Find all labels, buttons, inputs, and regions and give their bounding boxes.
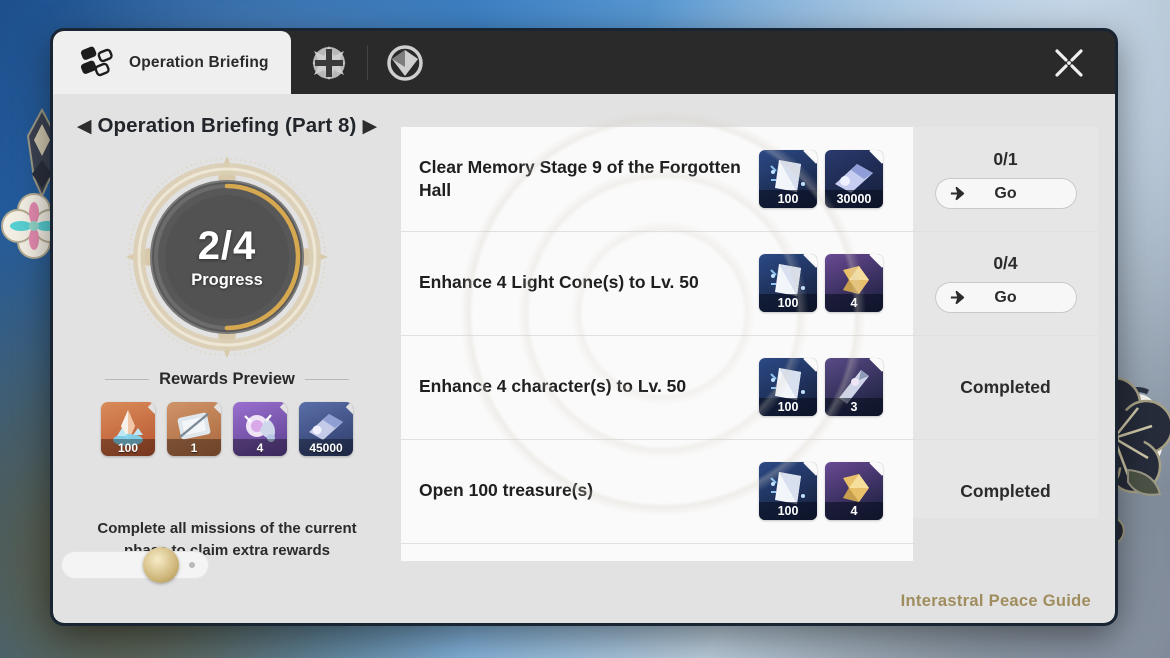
close-x-icon — [1052, 46, 1086, 85]
tab-compass[interactable] — [291, 31, 367, 94]
rewards-preview-heading: Rewards Preview — [53, 370, 401, 389]
reward-light-cone-material-item[interactable]: 4 — [825, 462, 883, 520]
progress-fraction: 2/4 — [197, 224, 257, 268]
reward-count: 100 — [101, 439, 155, 456]
reward-credit-item[interactable]: 30000 — [825, 150, 883, 208]
reward-item-purple-relic[interactable]: 4 — [233, 402, 287, 456]
reward-trailblaze-exp-item[interactable]: 100 — [759, 358, 817, 416]
close-button[interactable] — [1045, 45, 1093, 85]
reward-trailblaze-exp-item[interactable]: 100 — [759, 462, 817, 520]
mission-title: Open 100 treasure(s) — [419, 480, 594, 501]
divider-right — [304, 379, 349, 380]
mission-status: 0/1 Go — [913, 127, 1098, 231]
mission-title: Enhance 4 character(s) to Lv. 50 — [419, 376, 687, 397]
mission-title: Enhance 4 Light Cone(s) to Lv. 50 — [419, 272, 699, 293]
breadcrumb: ◀ Operation Briefing (Part 8) ▶ — [53, 114, 401, 138]
status-badge: Completed — [960, 480, 1051, 501]
mission-rewards: 100 30000 — [759, 150, 883, 208]
gold-knob-icon[interactable] — [143, 547, 179, 583]
reward-item-star-rail-pass[interactable]: 1 — [167, 402, 221, 456]
progress-label: Progress — [191, 271, 263, 289]
operation-briefing-icon — [79, 46, 117, 80]
triangle-left-icon[interactable]: ◀ — [77, 117, 92, 136]
arrow-right-icon — [949, 289, 966, 311]
table-row[interactable]: Clear Memory Stage 9 of the Forgotten Ha… — [401, 127, 1098, 231]
table-row[interactable]: Enhance 4 character(s) to Lv. 50 100 3 Comp… — [401, 335, 1098, 439]
reward-count: 45000 — [299, 439, 353, 456]
reward-count: 100 — [759, 502, 817, 520]
reward-count: 4 — [825, 502, 883, 520]
reward-count: 4 — [825, 294, 883, 312]
tab-bar: Operation Briefing — [53, 31, 1115, 94]
sidebar: ◀ Operation Briefing (Part 8) ▶ 2/4 Prog… — [53, 94, 401, 623]
operation-briefing-window: Operation Briefing ◀ Operation Briefing … — [50, 28, 1118, 626]
reward-count: 100 — [759, 398, 817, 416]
reward-count: 1 — [167, 439, 221, 456]
reward-item-stellar-jade[interactable]: 100 — [101, 402, 155, 456]
reward-count: 100 — [759, 190, 817, 208]
row-divider — [401, 543, 1098, 544]
mission-rewards: 100 3 — [759, 358, 883, 416]
tab-operation-briefing[interactable]: Operation Briefing — [53, 31, 291, 94]
mission-status: Completed — [913, 335, 1098, 439]
rewards-preview-label: Rewards Preview — [159, 370, 295, 388]
mission-status: 0/4 Go — [913, 231, 1098, 335]
mission-rewards: 100 4 — [759, 462, 883, 520]
reward-item-credit[interactable]: 45000 — [299, 402, 353, 456]
reward-count: 4 — [233, 439, 287, 456]
reward-count: 100 — [759, 294, 817, 312]
compass-emblem-icon — [309, 43, 349, 83]
mission-rewards: 100 4 — [759, 254, 883, 312]
go-button-label: Go — [994, 288, 1017, 306]
table-row[interactable]: Open 100 treasure(s) 100 4 Completed — [401, 439, 1098, 543]
reward-trailblaze-exp-item[interactable]: 100 — [759, 150, 817, 208]
slider-dot — [189, 562, 195, 568]
rewards-preview-list: 100 1 4 45000 — [53, 402, 401, 456]
status-fraction: 0/1 — [993, 149, 1018, 169]
mission-status: Completed — [913, 439, 1098, 543]
progress-dial: 2/4 Progress — [124, 154, 330, 360]
tab-dart[interactable] — [366, 31, 443, 94]
go-button[interactable]: Go — [934, 282, 1077, 313]
status-badge: Completed — [960, 376, 1051, 397]
reward-character-material-item[interactable]: 3 — [825, 358, 883, 416]
reward-trailblaze-exp-item[interactable]: 100 — [759, 254, 817, 312]
reward-count: 3 — [825, 398, 883, 416]
go-button[interactable]: Go — [934, 178, 1077, 209]
reward-count: 30000 — [825, 190, 883, 208]
progress-dial-text: 2/4 Progress — [124, 154, 330, 360]
arrow-right-icon — [949, 185, 966, 207]
divider-left — [105, 379, 150, 380]
triangle-right-icon[interactable]: ▶ — [362, 117, 377, 136]
table-row[interactable]: Enhance 4 Light Cone(s) to Lv. 50 100 4 0/4… — [401, 231, 1098, 335]
go-button-label: Go — [994, 184, 1017, 202]
status-fraction: 0/4 — [993, 253, 1018, 273]
page-title: Operation Briefing (Part 8) — [97, 114, 357, 137]
progress-slider[interactable] — [61, 547, 209, 583]
mission-title: Clear Memory Stage 9 of the Forgotten Ha… — [419, 156, 741, 200]
window-body: ◀ Operation Briefing (Part 8) ▶ 2/4 Prog… — [53, 94, 1115, 623]
reward-light-cone-material-item[interactable]: 4 — [825, 254, 883, 312]
tab-label: Operation Briefing — [129, 53, 269, 71]
watermark: Interastral Peace Guide — [900, 592, 1091, 610]
dart-emblem-icon — [385, 43, 425, 83]
